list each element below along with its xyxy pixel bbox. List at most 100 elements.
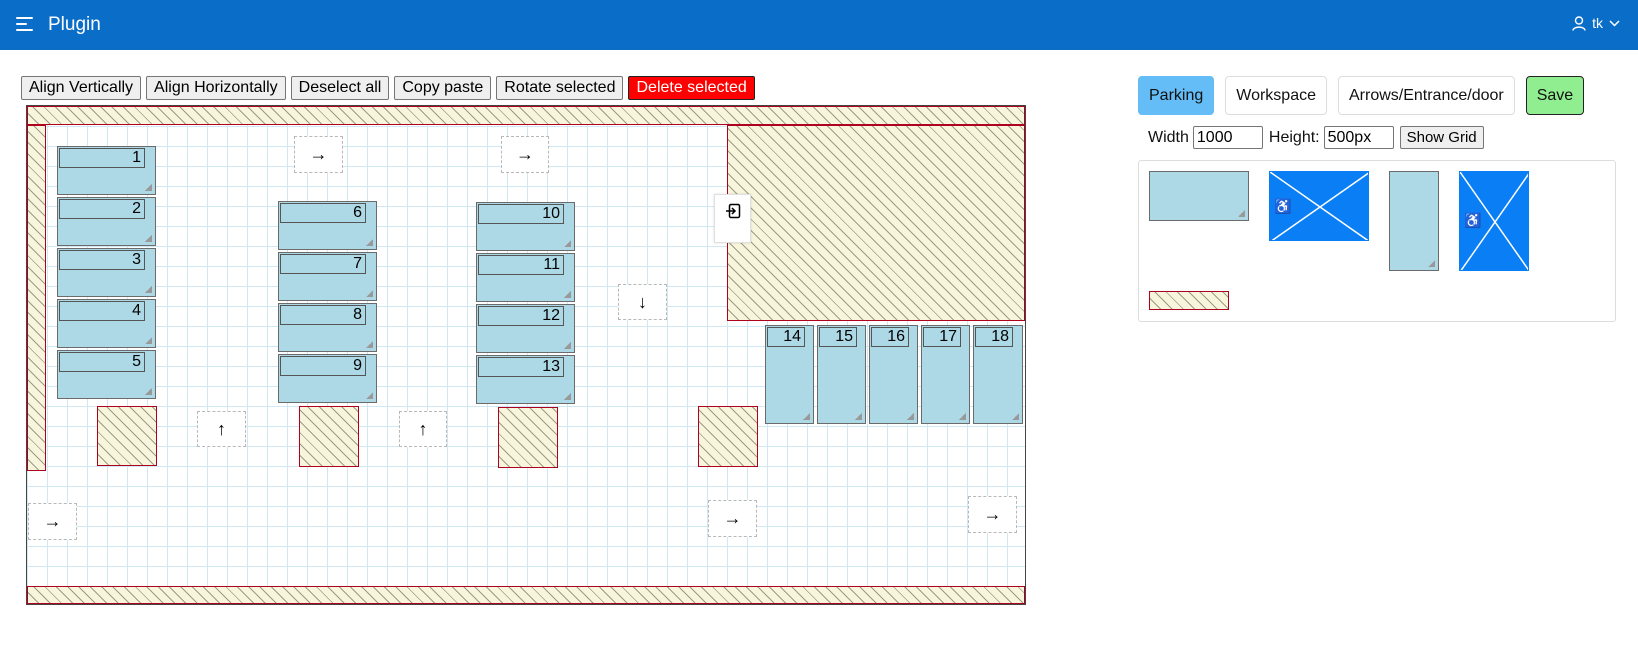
- palette-disabled-spot-vertical[interactable]: ♿: [1459, 171, 1529, 271]
- blocked-area-small-4[interactable]: [698, 406, 758, 467]
- spot-number: 14: [767, 327, 805, 347]
- resize-handle-icon[interactable]: [366, 341, 373, 348]
- resize-handle-icon[interactable]: [959, 413, 966, 420]
- arrow-right[interactable]: →: [501, 136, 549, 173]
- palette-disabled-spot-horizontal[interactable]: ♿: [1269, 171, 1369, 241]
- parking-spot[interactable]: 3: [57, 248, 156, 297]
- arrow-right[interactable]: →: [28, 503, 77, 540]
- editor-toolbar: Align Vertically Align Horizontally Dese…: [21, 76, 755, 100]
- spot-number: 18: [975, 327, 1013, 347]
- arrow-right[interactable]: →: [294, 136, 343, 173]
- resize-handle-icon[interactable]: [145, 235, 152, 242]
- palette-parking-spot-horizontal[interactable]: [1149, 171, 1249, 221]
- resize-handle-icon[interactable]: [564, 342, 571, 349]
- arrow-right[interactable]: →: [968, 496, 1017, 533]
- blocked-area-small-2[interactable]: [299, 406, 359, 467]
- parking-spot[interactable]: 15: [817, 325, 866, 424]
- height-input[interactable]: [1323, 126, 1394, 149]
- rotate-selected-button[interactable]: Rotate selected: [496, 76, 624, 100]
- resize-handle-icon[interactable]: [564, 240, 571, 247]
- save-button[interactable]: Save: [1525, 76, 1585, 115]
- parking-spot[interactable]: 10: [476, 202, 575, 251]
- parking-spot[interactable]: 1: [57, 146, 156, 195]
- spot-number: 9: [280, 356, 366, 376]
- align-vertically-button[interactable]: Align Vertically: [21, 76, 142, 100]
- resize-handle-icon[interactable]: [145, 286, 152, 293]
- resize-handle-icon[interactable]: [145, 388, 152, 395]
- parking-spot[interactable]: 4: [57, 299, 156, 348]
- parking-spot[interactable]: 14: [765, 325, 814, 424]
- resize-handle-icon[interactable]: [855, 413, 862, 420]
- tab-workspace[interactable]: Workspace: [1225, 76, 1327, 115]
- parking-spot[interactable]: 18: [973, 325, 1023, 424]
- resize-handle-icon[interactable]: [366, 290, 373, 297]
- delete-selected-button[interactable]: Delete selected: [628, 76, 755, 100]
- parking-spot[interactable]: 9: [278, 354, 377, 403]
- spot-number: 4: [59, 301, 145, 321]
- blocked-area-top[interactable]: [27, 106, 1025, 125]
- parking-spot[interactable]: 17: [921, 325, 970, 424]
- wheelchair-icon: ♿: [1464, 212, 1482, 228]
- spot-number: 11: [478, 255, 564, 275]
- parking-spot[interactable]: 8: [278, 303, 377, 352]
- user-menu[interactable]: tk: [1572, 15, 1620, 31]
- show-grid-button[interactable]: Show Grid: [1399, 126, 1484, 149]
- spot-number: 12: [478, 306, 564, 326]
- resize-handle-icon[interactable]: [145, 184, 152, 191]
- resize-handle-icon[interactable]: [803, 413, 810, 420]
- resize-handle-icon[interactable]: [366, 239, 373, 246]
- tab-parking[interactable]: Parking: [1138, 76, 1215, 115]
- resize-handle-icon: [1238, 210, 1245, 217]
- arrow-right-icon: →: [516, 144, 534, 164]
- parking-spot[interactable]: 11: [476, 253, 575, 302]
- parking-spot[interactable]: 6: [278, 201, 377, 250]
- arrow-up[interactable]: ↑: [197, 411, 246, 447]
- hamburger-menu-icon[interactable]: [16, 17, 34, 33]
- resize-handle-icon[interactable]: [366, 392, 373, 399]
- parking-spot[interactable]: 7: [278, 252, 377, 301]
- arrow-down[interactable]: ↓: [618, 284, 667, 320]
- spot-number: 17: [923, 327, 961, 347]
- parking-spot[interactable]: 12: [476, 304, 575, 353]
- parking-spot[interactable]: 5: [57, 350, 156, 399]
- canvas-dimensions: Width Height: Show Grid: [1148, 126, 1484, 149]
- copy-paste-button[interactable]: Copy paste: [394, 76, 492, 100]
- spot-number: 7: [280, 254, 366, 274]
- tab-arrows-entrance-door[interactable]: Arrows/Entrance/door: [1337, 76, 1515, 115]
- arrow-right-icon: →: [983, 504, 1002, 524]
- layout-canvas[interactable]: 1 2 3 4 5 6 7 8 9 10 11 12 13 14 15 16 1…: [26, 105, 1026, 605]
- palette-blocked-area[interactable]: [1149, 291, 1229, 310]
- parking-spot[interactable]: 2: [57, 197, 156, 246]
- entrance-door[interactable]: [714, 194, 751, 243]
- spot-number: 10: [478, 204, 564, 224]
- blocked-area-small-3[interactable]: [498, 407, 558, 468]
- element-type-tabs: Parking Workspace Arrows/Entrance/door S…: [1138, 76, 1585, 115]
- resize-handle-icon[interactable]: [564, 393, 571, 400]
- blocked-area-large[interactable]: [727, 125, 1025, 321]
- arrow-up[interactable]: ↑: [399, 411, 447, 447]
- spot-number: 16: [871, 327, 909, 347]
- spot-number: 13: [478, 357, 564, 377]
- align-horizontally-button[interactable]: Align Horizontally: [146, 76, 286, 100]
- resize-handle-icon: [1428, 260, 1435, 267]
- palette-parking-spot-vertical[interactable]: [1389, 171, 1439, 271]
- arrow-right[interactable]: →: [708, 500, 757, 537]
- spot-number: 15: [819, 327, 857, 347]
- resize-handle-icon[interactable]: [907, 413, 914, 420]
- blocked-area-bottom[interactable]: [27, 586, 1025, 604]
- width-label: Width: [1148, 128, 1189, 146]
- parking-spot[interactable]: 16: [869, 325, 918, 424]
- arrow-right-icon: →: [723, 508, 742, 528]
- deselect-all-button[interactable]: Deselect all: [290, 76, 390, 100]
- door-enter-icon: [725, 203, 740, 219]
- spot-number: 5: [59, 352, 145, 372]
- parking-spot[interactable]: 13: [476, 355, 575, 404]
- resize-handle-icon[interactable]: [564, 291, 571, 298]
- top-bar: Plugin tk: [0, 0, 1638, 50]
- blocked-area-small-1[interactable]: [97, 406, 157, 466]
- resize-handle-icon[interactable]: [145, 337, 152, 344]
- resize-handle-icon[interactable]: [1012, 413, 1019, 420]
- blocked-area-left[interactable]: [27, 125, 46, 471]
- arrow-down-icon: ↓: [638, 291, 647, 312]
- width-input[interactable]: [1192, 126, 1263, 149]
